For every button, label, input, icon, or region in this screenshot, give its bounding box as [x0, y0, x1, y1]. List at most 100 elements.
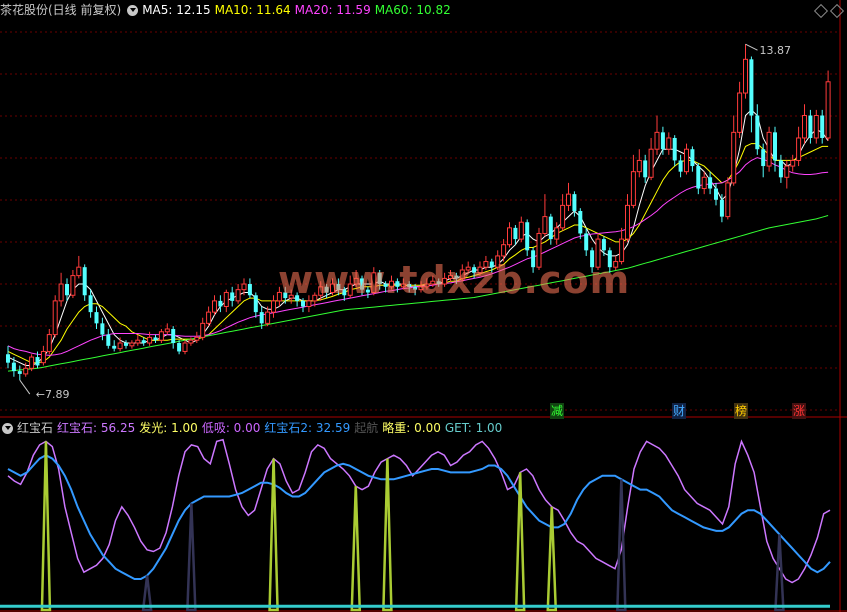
candle-body	[648, 148, 654, 178]
event-mark[interactable]: 减	[550, 403, 564, 419]
candle-body	[525, 222, 530, 251]
candle-body	[813, 115, 819, 139]
main-title: 茶花股份(日线 前复权)	[0, 3, 122, 17]
candle-body	[719, 199, 724, 217]
indicator-line	[7, 454, 831, 580]
candle-body	[636, 159, 642, 173]
candle-body	[678, 160, 683, 172]
candle-body	[513, 227, 518, 240]
candle-body	[725, 182, 731, 218]
candle-body	[100, 323, 105, 335]
candle-body	[584, 233, 589, 251]
candle-body	[566, 193, 571, 206]
signal-spike	[268, 458, 279, 612]
candle-body	[507, 227, 512, 246]
candle-body	[578, 211, 583, 234]
candle-body	[701, 176, 707, 190]
candle-body	[501, 244, 507, 257]
signal-spike	[350, 486, 362, 612]
signal-spike	[186, 503, 197, 612]
indicator-value-4: 红宝石2: 32.59	[264, 421, 351, 435]
candle-body	[660, 132, 665, 150]
candle-body	[731, 131, 737, 184]
candle-body	[778, 160, 783, 178]
candle-body	[177, 343, 182, 352]
candle-body	[253, 295, 258, 313]
candle-body	[182, 342, 188, 352]
event-mark[interactable]: 涨	[792, 403, 806, 419]
candle-body	[643, 160, 648, 178]
candle-body	[625, 204, 630, 240]
candle-body	[11, 362, 16, 372]
candle-body	[164, 328, 170, 333]
indicator-value-3: 低吸: 0.00	[201, 421, 261, 435]
candle-body	[40, 350, 46, 364]
candle-body	[690, 149, 695, 167]
candle-body	[684, 148, 689, 173]
signal-spike	[382, 458, 393, 612]
candle-body	[88, 295, 93, 313]
candle-body	[784, 165, 790, 178]
ma5-label: MA5: 12.15	[142, 3, 211, 17]
indicator-name: 红宝石	[17, 421, 54, 435]
main-header: 茶花股份(日线 前复权) MA5: 12.15 MA10: 11.64 MA20: 1…	[0, 0, 455, 20]
settings-icon[interactable]	[127, 5, 139, 16]
candle-body	[259, 312, 264, 324]
candle-body	[117, 342, 123, 350]
watermark: www.tdxzb.com	[278, 258, 631, 302]
candle-body	[65, 284, 69, 296]
event-mark[interactable]: 财	[672, 403, 686, 419]
indicator-value-7: GET: 1.00	[444, 421, 503, 435]
candle-body	[188, 339, 194, 344]
candle-body	[124, 343, 128, 346]
candle-body	[560, 204, 566, 229]
candle-body	[112, 345, 117, 349]
settings-icon[interactable]	[2, 423, 13, 434]
event-mark[interactable]: 榜	[734, 403, 748, 419]
candle-body	[218, 300, 223, 307]
indicator-line	[7, 438, 831, 584]
candle-body	[265, 311, 271, 324]
candle-body	[548, 216, 553, 240]
candle-body	[82, 267, 87, 296]
candle-body	[749, 59, 754, 116]
indicator-value-6: 略重: 0.00	[382, 421, 441, 435]
candle-body	[200, 322, 206, 338]
candle-body	[106, 334, 111, 346]
candle-body	[672, 137, 677, 161]
candle-body	[666, 137, 672, 150]
candle-body	[572, 194, 577, 211]
high-pointer	[745, 43, 758, 51]
candle-body	[766, 131, 772, 167]
candle-body	[46, 334, 52, 352]
ma-line-ma10	[7, 143, 829, 364]
indicator-value-1: 红宝石: 56.25	[57, 421, 136, 435]
candle-body	[23, 367, 29, 375]
low-label: ←7.89	[36, 388, 70, 401]
candle-body	[147, 336, 153, 344]
indicator-value-5: 起航	[354, 421, 379, 435]
candle-body	[153, 337, 158, 341]
candle-body	[247, 284, 252, 296]
ma60-label: MA60: 10.82	[374, 3, 451, 17]
candle-body	[241, 283, 247, 291]
candle-body	[58, 283, 64, 302]
candle-body	[271, 300, 276, 313]
candle-body	[654, 131, 660, 150]
candle-body	[70, 275, 76, 296]
candle-body	[135, 339, 141, 344]
chart-window: 13.87 ←7.89 茶花股份(日线 前复权) MA5: 12.15 MA10: 1…	[0, 0, 847, 612]
candle-body	[808, 115, 813, 138]
candle-body	[518, 221, 524, 240]
candle-body	[206, 311, 212, 324]
candle-body	[94, 312, 99, 324]
candle-body	[52, 300, 58, 336]
main-chart-svg: 13.87 ←7.89	[0, 0, 847, 612]
candle-body	[825, 81, 831, 139]
candle-body	[714, 188, 718, 200]
candle-body	[802, 115, 807, 139]
indicator-header: 红宝石 红宝石: 56.25 发光: 1.00 低吸: 0.00 红宝石2: 32.59…	[0, 418, 506, 438]
ma-line-ma5	[7, 109, 829, 366]
candle-body	[542, 216, 548, 234]
candle-body	[29, 356, 35, 369]
